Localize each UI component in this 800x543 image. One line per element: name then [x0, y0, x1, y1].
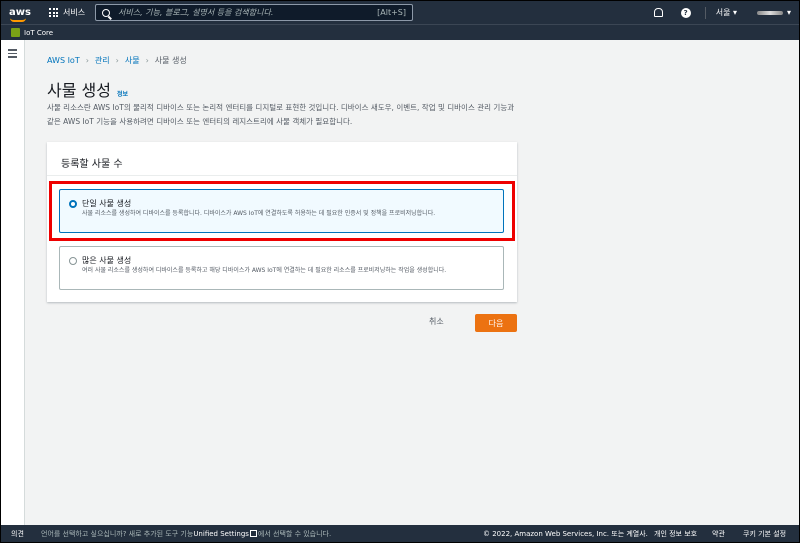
account-menu[interactable] [756, 10, 783, 15]
service-bar: IoT Core [1, 24, 799, 40]
footer: 의견 언어를 선택하고 싶으십니까? 새로 추가된 도구 기능Unified S… [1, 525, 799, 542]
external-link-icon [249, 529, 257, 537]
page-description: 사물 리소스란 AWS IoT의 물리적 디바이스 또는 논리적 엔터티를 디지… [47, 103, 515, 126]
privacy-link[interactable]: 개인 정보 보호 [654, 529, 697, 539]
cookie-preferences-link[interactable]: 쿠키 기본 설정 [743, 529, 786, 539]
option-single-thing[interactable]: 단일 사물 생성 사물 리소스를 생성하여 디바이스를 등록합니다. 디바이스가… [59, 189, 504, 233]
radio-selected[interactable] [69, 200, 77, 208]
feedback-link[interactable]: 의견 [11, 529, 35, 539]
language-notice: 언어를 선택하고 싶으십니까? 새로 추가된 도구 기능Unified Sett… [41, 529, 332, 538]
chevron-down-icon[interactable]: ▾ [787, 8, 791, 17]
option-title: 단일 사물 생성 [82, 199, 132, 208]
help-icon[interactable]: ? [680, 7, 691, 18]
cancel-button[interactable]: 취소 [429, 316, 444, 327]
thing-count-panel: 등록할 사물 수 단일 사물 생성 사물 리소스를 생성하여 디바이스를 등록합… [47, 142, 517, 302]
breadcrumb-things[interactable]: 사물 [125, 55, 140, 66]
grid-icon [49, 8, 58, 17]
search-shortcut: [Alt+S] [377, 8, 406, 17]
search-icon [102, 8, 110, 17]
breadcrumb-aws-iot[interactable]: AWS IoT [47, 56, 80, 65]
search-input[interactable]: 서비스, 기능, 블로그, 설명서 등을 검색합니다. [Alt+S] [95, 4, 413, 21]
chevron-right-icon: › [85, 56, 89, 65]
region-selector[interactable]: 서울 ▾ [716, 7, 737, 18]
info-link[interactable]: 정보 [117, 89, 128, 98]
terms-link[interactable]: 약관 [712, 529, 725, 539]
app-frame: aws 서비스 서비스, 기능, 블로그, 설명서 등을 검색합니다. [Alt… [1, 1, 799, 542]
divider [704, 6, 706, 19]
option-description: 사물 리소스를 생성하여 디바이스를 등록합니다. 디바이스가 AWS IoT에… [82, 210, 436, 217]
page-title: 사물 생성 [47, 81, 111, 100]
option-title: 많은 사물 생성 [82, 256, 132, 265]
chevron-right-icon: › [115, 56, 119, 65]
top-navigation: aws 서비스 서비스, 기능, 블로그, 설명서 등을 검색합니다. [Alt… [1, 1, 799, 24]
option-description: 여러 사물 리소스를 생성하여 디바이스를 등록하고 해당 디바이스가 AWS … [82, 267, 447, 274]
radio-unselected[interactable] [69, 257, 77, 265]
breadcrumb-manage[interactable]: 관리 [95, 55, 110, 66]
services-label: 서비스 [63, 8, 86, 17]
option-many-things[interactable]: 많은 사물 생성 여러 사물 리소스를 생성하여 디바이스를 등록하고 해당 디… [59, 246, 504, 290]
services-menu-button[interactable]: 서비스 [49, 7, 85, 18]
iot-core-icon[interactable] [11, 28, 20, 37]
panel-heading: 등록할 사물 수 [61, 159, 123, 170]
main-content: AWS IoT › 관리 › 사물 › 사물 생성 사물 생성 정보 사물 리소… [25, 40, 799, 525]
copyright: © 2022, Amazon Web Services, Inc. 또는 계열사… [483, 529, 648, 538]
page-title-row: 사물 생성 정보 [47, 77, 128, 101]
chevron-right-icon: › [145, 56, 149, 65]
search-placeholder: 서비스, 기능, 블로그, 설명서 등을 검색합니다. [118, 8, 274, 17]
divider [47, 175, 517, 176]
next-button[interactable]: 다음 [475, 314, 517, 332]
breadcrumb-current: 사물 생성 [154, 56, 187, 65]
side-navigation [1, 40, 25, 525]
aws-logo[interactable]: aws [9, 8, 35, 22]
service-name[interactable]: IoT Core [24, 29, 53, 37]
notification-bell-icon[interactable] [653, 8, 663, 17]
breadcrumb: AWS IoT › 관리 › 사물 › 사물 생성 [47, 55, 187, 66]
menu-icon[interactable] [8, 49, 17, 60]
unified-settings-link[interactable]: Unified Settings [193, 530, 249, 538]
